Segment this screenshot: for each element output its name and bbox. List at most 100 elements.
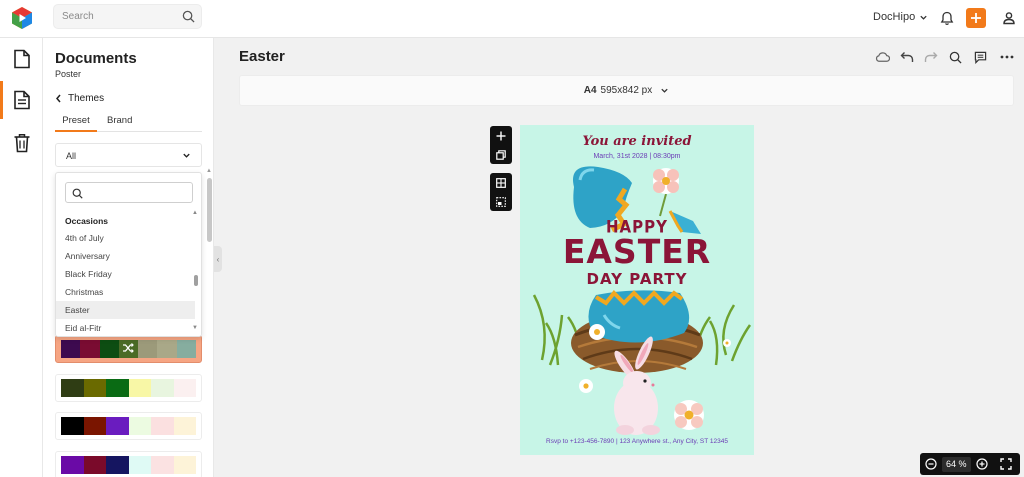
easter-illustration <box>532 166 752 435</box>
palette-swatch <box>173 456 196 474</box>
chevron-down-icon <box>183 153 190 158</box>
dropdown-option-selected[interactable]: Easter <box>56 301 195 319</box>
palette-swatch <box>106 456 129 474</box>
document-text-icon <box>13 90 30 110</box>
undo-icon <box>900 52 914 62</box>
grid-button[interactable] <box>490 173 512 192</box>
account-menu-label: DocHipo <box>873 11 916 23</box>
poster-easter-text[interactable]: EASTER <box>520 232 754 271</box>
dropdown-option[interactable]: 4th of July <box>56 229 195 247</box>
search-icon <box>72 188 83 199</box>
page-size-selector[interactable]: A4 595x842 px <box>239 75 1014 106</box>
dropdown-option[interactable]: Anniversary <box>56 247 195 265</box>
tab-preset[interactable]: Preset <box>55 115 97 132</box>
app-logo-icon[interactable] <box>10 6 34 30</box>
chevron-down-icon <box>661 88 668 93</box>
palette-swatch <box>151 417 174 435</box>
palette-swatch <box>151 456 174 474</box>
palette-swatch <box>128 456 151 474</box>
palette-swatch <box>138 340 158 358</box>
dropdown-scrollbar[interactable] <box>194 211 198 333</box>
zoom-value: 64 <box>946 459 957 469</box>
create-new-button[interactable] <box>966 8 986 28</box>
grid-icon <box>496 177 506 188</box>
add-page-button[interactable] <box>490 126 512 145</box>
poster-canvas[interactable]: You are invited March, 31st 2028 | 08:30… <box>520 125 754 455</box>
redo-button[interactable] <box>922 48 940 66</box>
search-box[interactable] <box>53 4 202 29</box>
dropdown-search[interactable] <box>65 182 193 203</box>
zoom-out-button[interactable] <box>924 457 938 471</box>
tab-brand[interactable]: Brand <box>107 115 132 132</box>
account-menu[interactable]: DocHipo <box>873 11 928 23</box>
user-icon <box>1003 12 1015 25</box>
page-frame-icon <box>496 196 506 207</box>
palette-swatch <box>83 379 106 397</box>
search-icon <box>949 51 962 64</box>
zoom-level[interactable]: 64 % <box>942 456 971 472</box>
panel-scrollbar[interactable] <box>207 178 212 242</box>
shuffle-icon[interactable] <box>122 342 134 354</box>
dropdown-option[interactable]: Eid al-Fitr <box>56 319 195 336</box>
cloud-save-button[interactable] <box>873 48 891 66</box>
panel-collapse-handle[interactable]: ‹ <box>214 246 222 272</box>
more-options-button[interactable] <box>998 48 1016 66</box>
palette-swatch <box>61 379 84 397</box>
dropdown-group-label: Occasions <box>65 216 108 226</box>
bell-icon <box>940 11 954 25</box>
zoom-in-icon <box>975 458 988 470</box>
notifications-button[interactable] <box>937 8 957 28</box>
palette-swatch <box>128 379 151 397</box>
color-palette[interactable] <box>55 451 202 477</box>
page-settings-button[interactable] <box>490 192 512 211</box>
more-horizontal-icon <box>1000 55 1014 59</box>
category-dropdown: Occasions 4th of July Anniversary Black … <box>55 172 202 337</box>
zoom-in-button[interactable] <box>975 457 989 471</box>
comments-button[interactable] <box>971 48 989 66</box>
color-palette[interactable] <box>55 335 202 363</box>
poster-rsvp-text[interactable]: Rsvp to +123-456-7890 | 123 Anywhere st.… <box>520 438 754 445</box>
dropdown-option[interactable]: Christmas <box>56 283 195 301</box>
redo-icon <box>924 52 938 62</box>
palette-swatch <box>83 456 106 474</box>
fullscreen-button[interactable] <box>999 457 1013 471</box>
palette-swatch <box>106 379 129 397</box>
rail-item-documents[interactable] <box>0 40 43 78</box>
theme-category-select[interactable]: All <box>55 143 202 167</box>
color-palette[interactable] <box>55 412 202 440</box>
dropdown-scroll-down-icon[interactable]: ▼ <box>192 325 198 331</box>
search-icon[interactable] <box>182 10 195 23</box>
themes-back-button[interactable]: Themes <box>55 93 104 104</box>
document-icon <box>13 49 30 69</box>
select-value: All <box>66 151 77 161</box>
dropdown-option[interactable]: Black Friday <box>56 265 195 283</box>
search-input[interactable] <box>62 8 172 25</box>
zoom-control: 64 % <box>920 453 1020 475</box>
poster-date-text[interactable]: March, 31st 2028 | 08:30pm <box>520 153 754 160</box>
page-tools-top <box>490 126 512 164</box>
color-palette[interactable] <box>55 374 202 402</box>
themes-panel: Documents Poster Themes Preset Brand All… <box>43 38 214 477</box>
palette-swatch <box>157 340 177 358</box>
rail-item-trash[interactable] <box>0 124 43 162</box>
poster-party-text[interactable]: DAY PARTY <box>520 270 754 288</box>
zoom-search-button[interactable] <box>946 48 964 66</box>
poster-invite-text[interactable]: You are invited <box>520 134 754 149</box>
scroll-up-arrow[interactable]: ▲ <box>206 168 212 174</box>
page-size-name: A4 <box>583 85 597 96</box>
rail-item-templates[interactable] <box>0 81 43 119</box>
copy-icon <box>496 149 506 160</box>
palette-swatch <box>176 340 196 358</box>
undo-button[interactable] <box>898 48 916 66</box>
dropdown-search-input[interactable] <box>88 186 188 199</box>
profile-button[interactable] <box>999 8 1019 28</box>
cloud-icon <box>875 52 890 62</box>
top-bar: DocHipo <box>0 0 1024 38</box>
palette-swatch <box>80 340 100 358</box>
palette-swatch <box>128 417 151 435</box>
document-title[interactable]: Easter <box>239 48 285 65</box>
palette-swatch <box>83 417 106 435</box>
duplicate-page-button[interactable] <box>490 145 512 164</box>
palette-swatch <box>173 417 196 435</box>
plus-icon <box>971 13 981 23</box>
